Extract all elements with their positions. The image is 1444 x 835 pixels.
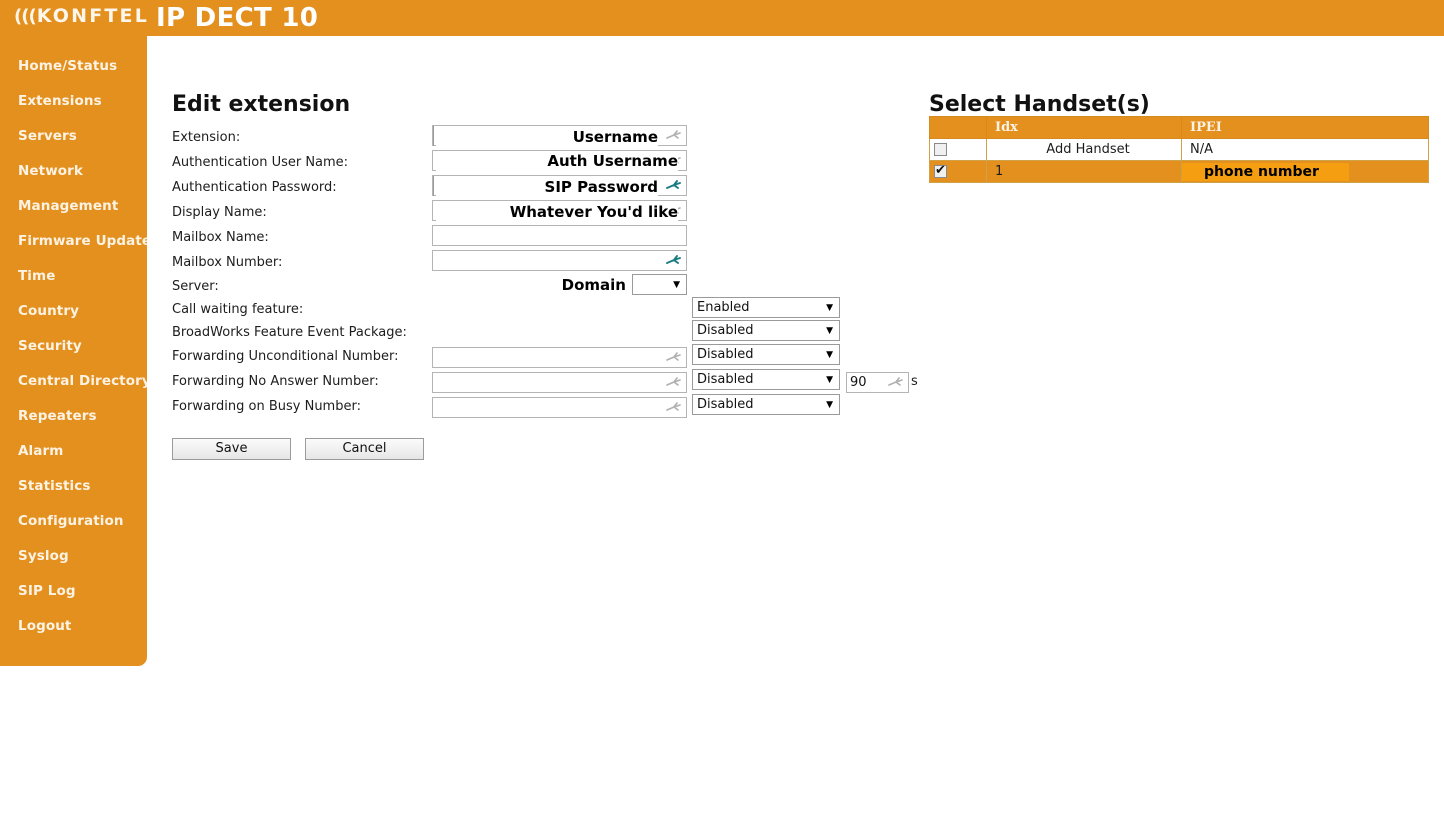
sidebar-item-central-directory[interactable]: Central Directory bbox=[18, 373, 151, 389]
fwd-no-answer-select[interactable]: Disabled ▼ bbox=[692, 369, 840, 390]
sidebar-item-management[interactable]: Management bbox=[18, 198, 118, 214]
sidebar-item-configuration[interactable]: Configuration bbox=[18, 513, 124, 529]
fwd-no-answer-input[interactable] bbox=[432, 372, 687, 393]
annotation-tick bbox=[433, 176, 434, 196]
sidebar-item-sip-log[interactable]: SIP Log bbox=[18, 583, 76, 599]
annotation-username: Username bbox=[436, 128, 658, 147]
sidebar-item-extensions[interactable]: Extensions bbox=[18, 93, 102, 109]
fwd-unconditional-select[interactable]: Disabled ▼ bbox=[692, 344, 840, 365]
label-call-waiting: Call waiting feature: bbox=[172, 302, 304, 317]
timeout-unit-label: s bbox=[911, 374, 918, 389]
chevron-down-icon: ▼ bbox=[826, 375, 833, 385]
sidebar-item-country[interactable]: Country bbox=[18, 303, 79, 319]
label-auth-user-name: Authentication User Name: bbox=[172, 155, 349, 170]
row-checkbox-cell[interactable] bbox=[929, 138, 987, 161]
page-title: Edit extension bbox=[172, 92, 351, 117]
chevron-down-icon: ▼ bbox=[826, 326, 833, 336]
row-idx: Add Handset bbox=[986, 138, 1182, 161]
sidebar-item-logout[interactable]: Logout bbox=[18, 618, 71, 634]
row-ipei: phone number bbox=[1181, 160, 1429, 183]
fwd-unconditional-input[interactable] bbox=[432, 347, 687, 368]
fwd-busy-select[interactable]: Disabled ▼ bbox=[692, 394, 840, 415]
annotation-phone-number: phone number bbox=[1182, 162, 1349, 181]
mailbox-number-input[interactable] bbox=[432, 250, 687, 271]
sidebar-item-repeaters[interactable]: Repeaters bbox=[18, 408, 97, 424]
fwd-no-answer-timeout-input[interactable] bbox=[846, 372, 909, 393]
col-header-idx: Idx bbox=[986, 116, 1182, 139]
sidebar-item-syslog[interactable]: Syslog bbox=[18, 548, 69, 564]
product-title: IP DECT 10 bbox=[156, 3, 319, 33]
label-fwd-busy: Forwarding on Busy Number: bbox=[172, 399, 361, 414]
call-waiting-value: Enabled bbox=[697, 300, 750, 315]
fwd-busy-state: Disabled bbox=[697, 397, 754, 412]
logo-waves-icon: ((( bbox=[14, 6, 37, 27]
col-header-checkbox bbox=[929, 116, 987, 139]
sidebar-item-alarm[interactable]: Alarm bbox=[18, 443, 63, 459]
row-idx: 1 bbox=[986, 160, 1182, 183]
sidebar-nav: Home/Status Extensions Servers Network M… bbox=[0, 36, 151, 666]
label-server: Server: bbox=[172, 279, 219, 294]
broadworks-value: Disabled bbox=[697, 323, 754, 338]
label-broadworks: BroadWorks Feature Event Package: bbox=[172, 325, 407, 340]
chevron-down-icon: ▼ bbox=[826, 303, 833, 313]
table-header-row: Idx IPEI bbox=[929, 116, 1429, 139]
label-mailbox-number: Mailbox Number: bbox=[172, 255, 283, 270]
label-fwd-no-answer: Forwarding No Answer Number: bbox=[172, 374, 379, 389]
chevron-down-icon: ▼ bbox=[826, 350, 833, 360]
logo-wordmark: KONFTEL bbox=[36, 5, 150, 27]
sidebar-item-network[interactable]: Network bbox=[18, 163, 83, 179]
handsets-title: Select Handset(s) bbox=[929, 92, 1150, 117]
mailbox-name-input[interactable] bbox=[432, 225, 687, 246]
label-display-name: Display Name: bbox=[172, 205, 267, 220]
sidebar-item-security[interactable]: Security bbox=[18, 338, 82, 354]
content-area: Edit extension Select Handset(s) Extensi… bbox=[147, 36, 1444, 835]
annotation-sip-password: SIP Password bbox=[436, 178, 658, 197]
row-ipei: N/A bbox=[1181, 138, 1429, 161]
cancel-button[interactable]: Cancel bbox=[305, 438, 424, 460]
konftel-logo: (((KONFTEL bbox=[14, 5, 149, 27]
chevron-down-icon: ▼ bbox=[826, 400, 833, 410]
row-checkbox-cell[interactable] bbox=[929, 160, 987, 183]
broadworks-select[interactable]: Disabled ▼ bbox=[692, 320, 840, 341]
sidebar-item-time[interactable]: Time bbox=[18, 268, 55, 284]
sidebar-item-servers[interactable]: Servers bbox=[18, 128, 77, 144]
server-select[interactable]: ▼ bbox=[632, 274, 687, 295]
annotation-tick bbox=[433, 126, 434, 146]
table-row[interactable]: Add Handset N/A bbox=[929, 138, 1429, 161]
label-extension: Extension: bbox=[172, 130, 241, 145]
fwd-unconditional-state: Disabled bbox=[697, 347, 754, 362]
label-auth-password: Authentication Password: bbox=[172, 180, 337, 195]
handset-checkbox[interactable] bbox=[934, 163, 947, 178]
call-waiting-select[interactable]: Enabled ▼ bbox=[692, 297, 840, 318]
handset-checkbox[interactable] bbox=[934, 143, 947, 156]
fwd-no-answer-state: Disabled bbox=[697, 372, 754, 387]
sidebar-item-firmware-update[interactable]: Firmware Update bbox=[18, 233, 151, 249]
col-header-ipei: IPEI bbox=[1181, 116, 1429, 139]
app-header: (((KONFTEL IP DECT 10 bbox=[0, 0, 1444, 36]
chevron-down-icon: ▼ bbox=[673, 280, 680, 290]
label-mailbox-name: Mailbox Name: bbox=[172, 230, 269, 245]
annotation-display-name: Whatever You'd like bbox=[436, 203, 678, 222]
fwd-busy-input[interactable] bbox=[432, 397, 687, 418]
sidebar-item-statistics[interactable]: Statistics bbox=[18, 478, 91, 494]
sidebar-item-home-status[interactable]: Home/Status bbox=[18, 58, 117, 74]
handset-table: Idx IPEI Add Handset N/A 1 phone number bbox=[929, 116, 1429, 183]
label-fwd-unconditional: Forwarding Unconditional Number: bbox=[172, 349, 399, 364]
save-button[interactable]: Save bbox=[172, 438, 291, 460]
annotation-domain: Domain bbox=[436, 276, 626, 295]
table-row[interactable]: 1 phone number bbox=[929, 160, 1429, 183]
annotation-auth-username: Auth Username bbox=[436, 152, 678, 171]
